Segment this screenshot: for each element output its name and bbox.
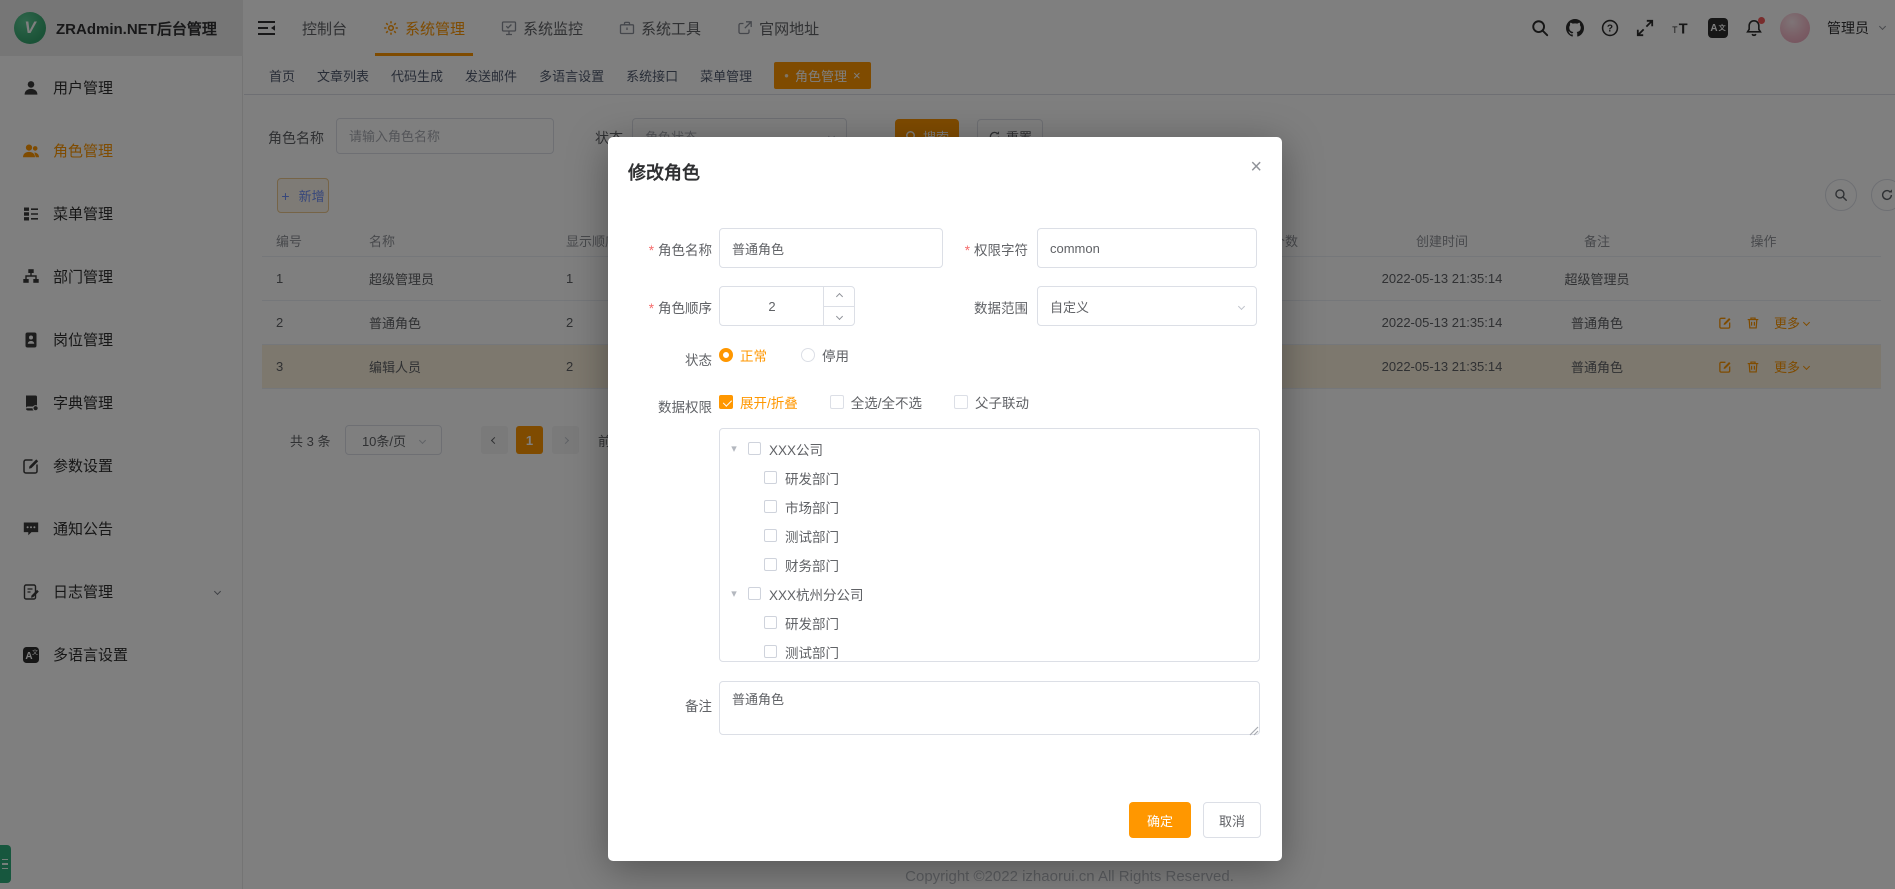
tree-node[interactable]: 测试部门: [720, 521, 1259, 550]
tree-checkbox[interactable]: [764, 529, 777, 542]
tree-node[interactable]: 研发部门: [720, 608, 1259, 637]
checkbox-select-all[interactable]: 全选/全不选: [830, 392, 922, 412]
dialog-close-icon[interactable]: ×: [1250, 157, 1262, 177]
data-permission-label: 数据权限: [608, 396, 712, 416]
tree-node[interactable]: XXX杭州分公司: [720, 579, 1259, 608]
data-scope-label: 数据范围: [924, 297, 1028, 317]
tree-checkbox[interactable]: [748, 587, 761, 600]
dialog-title: 修改角色: [628, 159, 700, 185]
data-scope-select[interactable]: 自定义: [1037, 286, 1257, 326]
tree-node-label: 测试部门: [785, 526, 839, 546]
checkbox-box: [830, 395, 844, 409]
role-key-label: 权限字符: [924, 239, 1028, 259]
tree-node[interactable]: XXX公司: [720, 434, 1259, 463]
checkbox-box: [954, 395, 968, 409]
tree-node-label: XXX公司: [769, 439, 823, 459]
data-scope-value: 自定义: [1050, 297, 1089, 316]
chevron-down-icon: [1238, 302, 1245, 309]
tree-caret-icon[interactable]: [728, 587, 740, 600]
status-label: 状态: [608, 349, 712, 369]
checkbox-parent-child-link[interactable]: 父子联动: [954, 392, 1029, 412]
tree-checkbox[interactable]: [764, 471, 777, 484]
edit-role-dialog: 修改角色 × 角色名称 权限字符 角色顺序 数据范围 自定义 状态 正常 停用: [608, 137, 1282, 861]
tree-node-label: 市场部门: [785, 497, 839, 517]
tree-checkbox[interactable]: [764, 616, 777, 629]
radio-normal[interactable]: 正常: [719, 345, 767, 365]
cancel-button[interactable]: 取消: [1203, 802, 1261, 838]
checkbox-label: 全选/全不选: [851, 392, 922, 412]
tree-checkbox[interactable]: [764, 558, 777, 571]
tree-checkbox[interactable]: [748, 442, 761, 455]
role-order-input[interactable]: [720, 287, 824, 325]
checkbox-label: 父子联动: [975, 392, 1029, 412]
tree-node-label: 测试部门: [785, 642, 839, 662]
data-permission-options: 展开/折叠 全选/全不选 父子联动: [719, 392, 1029, 412]
checkbox-box: [719, 395, 733, 409]
tree-node[interactable]: 市场部门: [720, 492, 1259, 521]
role-order-stepper[interactable]: [719, 286, 855, 326]
radio-disabled[interactable]: 停用: [801, 345, 849, 365]
role-order-label: 角色顺序: [608, 297, 712, 317]
stepper-down-icon[interactable]: [823, 306, 854, 325]
role-name-input[interactable]: [719, 228, 943, 268]
stepper-up-icon[interactable]: [823, 287, 854, 306]
radio-dot: [801, 348, 815, 362]
tree-node[interactable]: 财务部门: [720, 550, 1259, 579]
remark-textarea[interactable]: 普通角色: [719, 681, 1260, 735]
remark-label: 备注: [608, 695, 712, 715]
tree-node-label: 研发部门: [785, 468, 839, 488]
tree-checkbox[interactable]: [764, 500, 777, 513]
confirm-button[interactable]: 确定: [1129, 802, 1191, 838]
tree-node[interactable]: 测试部门: [720, 637, 1259, 662]
tree-node[interactable]: 研发部门: [720, 463, 1259, 492]
app-root: V ZRAdmin.NET后台管理 控制台 系统管理 系统监控: [0, 0, 1895, 889]
status-radio-group: 正常 停用: [719, 345, 849, 365]
role-name-label: 角色名称: [608, 239, 712, 259]
tree-node-label: 研发部门: [785, 613, 839, 633]
radio-label: 正常: [740, 345, 767, 365]
radio-dot: [719, 348, 733, 362]
department-tree: XXX公司 研发部门 市场部门 测试部门 财务部门 XXX杭州分公司: [719, 428, 1260, 662]
role-key-input[interactable]: [1037, 228, 1257, 268]
checkbox-label: 展开/折叠: [740, 392, 798, 412]
radio-label: 停用: [822, 345, 849, 365]
tree-checkbox[interactable]: [764, 645, 777, 658]
checkbox-expand-collapse[interactable]: 展开/折叠: [719, 392, 798, 412]
tree-node-label: 财务部门: [785, 555, 839, 575]
tree-node-label: XXX杭州分公司: [769, 584, 864, 604]
tree-caret-icon[interactable]: [728, 442, 740, 455]
